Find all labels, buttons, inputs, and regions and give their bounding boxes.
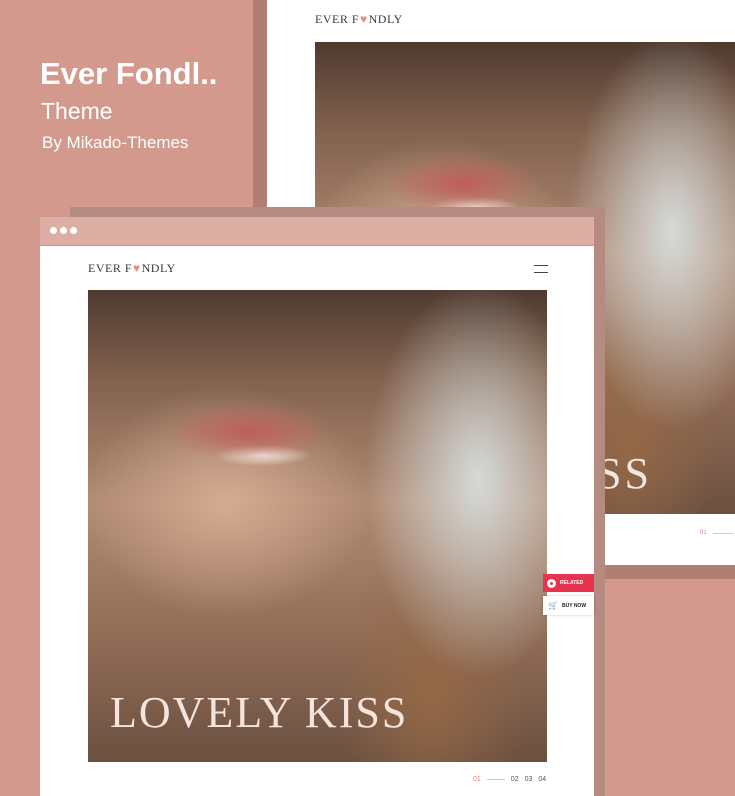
chevron-right-icon[interactable]	[563, 509, 577, 539]
back-slide-pager: 01	[700, 530, 733, 536]
product-subtitle: Theme	[41, 98, 113, 124]
pager-divider	[712, 532, 733, 534]
pager-item-3[interactable]: 03	[525, 776, 533, 783]
window-dot-icon[interactable]	[70, 227, 77, 234]
pager-item-2[interactable]: 02	[511, 776, 519, 783]
cart-icon: 🛒	[548, 601, 558, 610]
pager-item-1[interactable]: 01	[473, 776, 481, 783]
back-pager-current[interactable]: 01	[700, 530, 707, 536]
buy-now-button[interactable]: 🛒 BUY NOW	[543, 596, 594, 615]
site-logo[interactable]: EVER F ♥ NDLY	[88, 261, 176, 276]
related-icon	[547, 578, 556, 588]
back-slide-title: SS	[597, 449, 652, 498]
buy-now-label: BUY NOW	[561, 602, 587, 609]
slide-title: LOVELY KISS	[110, 688, 409, 737]
pager-item-4[interactable]: 04	[538, 776, 546, 783]
logo-text-start: EVER F	[315, 12, 360, 26]
window-dot-icon[interactable]	[50, 227, 57, 234]
front-preview-window: EVER F ♥ NDLY LOVELY KISS 01 02 03 04	[40, 217, 594, 796]
related-label: RELATED	[560, 580, 584, 586]
window-controls	[50, 227, 77, 234]
chevron-left-icon[interactable]	[56, 509, 70, 539]
logo-text-end: NDLY	[141, 261, 176, 275]
window-dot-icon[interactable]	[60, 227, 67, 234]
product-title: Ever Fondl..	[40, 56, 218, 91]
back-site-logo[interactable]: EVER F ♥ NDLY	[315, 12, 403, 27]
slide-pager: 01 02 03 04	[473, 776, 546, 783]
logo-text-start: EVER F	[88, 261, 133, 275]
related-button[interactable]: RELATED	[543, 574, 594, 592]
pager-divider	[486, 779, 505, 780]
logo-text-end: NDLY	[368, 12, 403, 26]
heart-icon: ♥	[360, 12, 368, 26]
browser-titlebar	[40, 217, 594, 246]
hamburger-menu-icon[interactable]	[534, 265, 548, 273]
heart-icon: ♥	[133, 261, 141, 275]
product-author: By Mikado-Themes	[42, 133, 189, 152]
